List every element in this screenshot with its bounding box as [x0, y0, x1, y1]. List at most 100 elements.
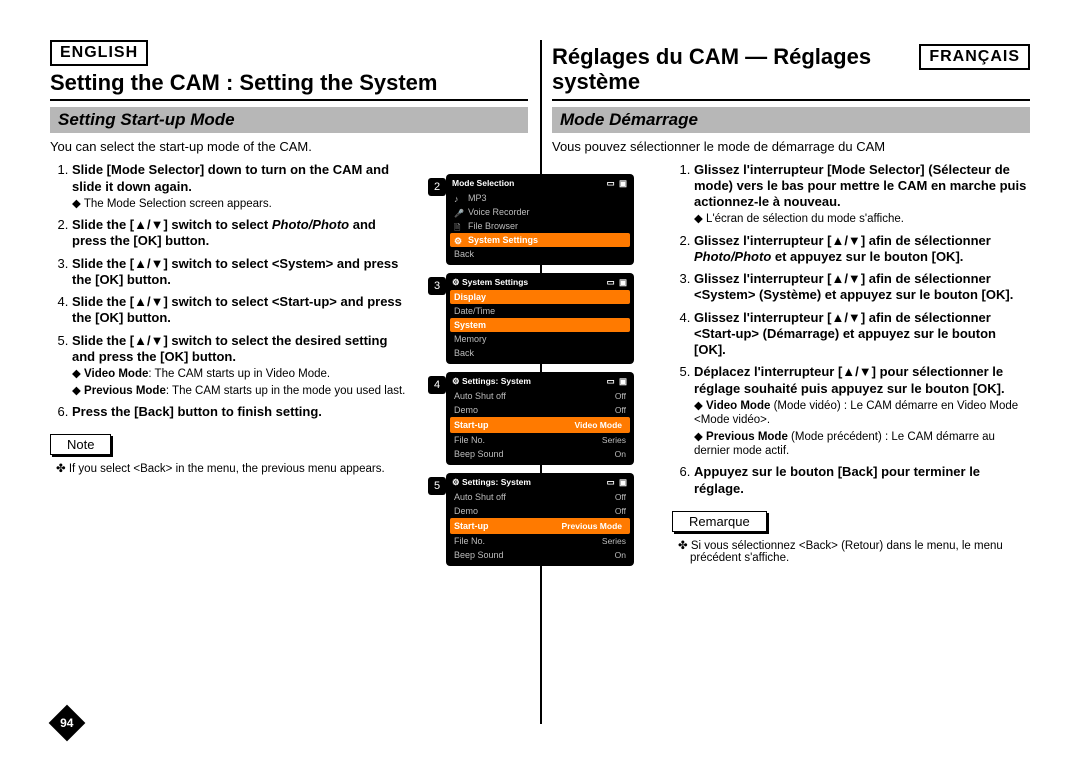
- step-text: Press the [Back] button to finish settin…: [72, 404, 322, 419]
- sub-note: L'écran de sélection du mode s'affiche.: [694, 213, 904, 225]
- menu-row: Date/Time: [450, 304, 630, 318]
- menu-label: Beep Sound: [454, 449, 504, 459]
- arrow-icon: [831, 310, 860, 325]
- menu-value: Off: [615, 405, 626, 415]
- sub-note: The Mode Selection screen appears.: [72, 198, 272, 210]
- screenshot-header: ⚙ Settings: System ▭ ▣: [450, 477, 630, 490]
- step: Appuyez sur le bouton [Back] pour termin…: [694, 464, 1030, 497]
- step: Slide the [] switch to select Photo/Phot…: [72, 217, 408, 250]
- screenshot-header: Mode Selection▭ ▣: [450, 178, 630, 191]
- sub-note: Video Mode (Mode vidéo) : Le CAM démarre…: [694, 400, 1018, 426]
- menu-row: Back: [450, 247, 630, 261]
- menu-row: Demo Off: [450, 403, 630, 417]
- battery-icon: ▭ ▣: [607, 477, 628, 488]
- step-text: Slide [Mode Selector] down to turn on th…: [72, 162, 389, 193]
- menu-row: MP3: [450, 191, 630, 205]
- menu-row: DemoOff: [450, 504, 630, 518]
- menu-value: Off: [615, 492, 626, 502]
- note-box: Note: [50, 434, 111, 455]
- menu-row: System Settings: [450, 233, 630, 247]
- arrow-icon: [134, 333, 163, 348]
- device-screenshot: 3⚙ System Settings▭ ▣DisplayDate/TimeSys…: [446, 273, 634, 364]
- language-tag-french: FRANÇAIS: [919, 44, 1030, 70]
- menu-row: File No. Series: [450, 433, 630, 447]
- menu-value: Off: [615, 506, 626, 516]
- step-text: Glissez l'interrupteur [] afin de sélect…: [694, 310, 996, 358]
- menu-value: Previous Mode: [558, 520, 626, 532]
- step-text: Glissez l'interrupteur [] afin de sélect…: [694, 233, 991, 264]
- screenshot-title: Mode Selection: [452, 178, 514, 189]
- menu-label: Auto Shut off: [454, 492, 506, 502]
- menu-row: Auto Shut off Off: [450, 490, 630, 504]
- step-text: Slide the [] switch to select <System> a…: [72, 256, 398, 287]
- step: Glissez l'interrupteur [] afin de sélect…: [694, 233, 1030, 266]
- menu-label: Demo: [454, 405, 478, 415]
- screenshot-header: ⚙ System Settings▭ ▣: [450, 277, 630, 290]
- step: Press the [Back] button to finish settin…: [72, 404, 408, 420]
- manual-page: ENGLISH Setting the CAM : Setting the Sy…: [0, 0, 1080, 764]
- menu-row: System: [450, 318, 630, 332]
- screenshot-number-badge: 5: [428, 477, 446, 495]
- arrow-icon: [831, 233, 860, 248]
- steps-left: Slide [Mode Selector] down to turn on th…: [50, 162, 408, 420]
- steps-right: Glissez l'interrupteur [Mode Selector] (…: [672, 162, 1030, 497]
- menu-value: On: [615, 449, 626, 459]
- menu-row: Beep Sound On: [450, 447, 630, 461]
- arrow-icon: [134, 217, 163, 232]
- sub-note: Video Mode: The CAM starts up in Video M…: [72, 368, 330, 380]
- menu-row: Start-upPrevious Mode: [450, 518, 630, 534]
- menu-value: Series: [602, 435, 626, 445]
- step-text: Déplacez l'interrupteur [] pour sélectio…: [694, 364, 1005, 395]
- menu-row: File No. Series: [450, 534, 630, 548]
- intro-left: You can select the start-up mode of the …: [50, 139, 528, 154]
- menu-label: Memory: [454, 334, 487, 344]
- screenshots-column: 2Mode Selection▭ ▣MP3Voice RecorderFile …: [446, 174, 634, 574]
- arrow-icon: [831, 271, 860, 286]
- menu-value: On: [615, 550, 626, 560]
- menu-label: Back: [454, 249, 474, 259]
- step-text: Slide the [] switch to select the desire…: [72, 333, 387, 364]
- menu-value: Series: [602, 536, 626, 546]
- step: Slide the [] switch to select <System> a…: [72, 256, 408, 289]
- menu-label: File No.: [454, 536, 485, 546]
- device-screenshot: 4⚙ Settings: System▭ ▣Auto Shut offOffDe…: [446, 372, 634, 465]
- menu-label: MP3: [468, 193, 487, 203]
- menu-label: Display: [454, 292, 486, 302]
- intro-right: Vous pouvez sélectionner le mode de déma…: [552, 139, 1030, 154]
- menu-row: Back: [450, 346, 630, 360]
- menu-label: Date/Time: [454, 306, 495, 316]
- language-tag-english: ENGLISH: [50, 40, 148, 66]
- arrow-icon: [842, 364, 871, 379]
- mic-icon: [454, 208, 463, 217]
- step: Glissez l'interrupteur [] afin de sélect…: [694, 271, 1030, 304]
- menu-row: Voice Recorder: [450, 205, 630, 219]
- section-bar-left: Setting Start-up Mode: [50, 107, 528, 133]
- file-icon: [454, 222, 463, 231]
- menu-label: System Settings: [468, 235, 538, 245]
- menu-label: Auto Shut off: [454, 391, 506, 401]
- menu-value: Video Mode: [570, 419, 626, 431]
- menu-row: Display: [450, 290, 630, 304]
- arrow-icon: [134, 256, 163, 271]
- title-rule: [50, 99, 528, 101]
- title-rule: [552, 99, 1030, 101]
- menu-row: Start-upVideo Mode: [450, 417, 630, 433]
- device-screenshot: 2Mode Selection▭ ▣MP3Voice RecorderFile …: [446, 174, 634, 265]
- menu-value: Off: [615, 391, 626, 401]
- arrow-icon: [134, 294, 163, 309]
- step: Slide the [] switch to select <Start-up>…: [72, 294, 408, 327]
- note-box: Remarque: [672, 511, 767, 532]
- menu-row: Auto Shut off Off: [450, 389, 630, 403]
- screenshot-title: ⚙ Settings: System: [452, 376, 531, 387]
- screenshot-title: ⚙ Settings: System: [452, 477, 531, 488]
- menu-label: File No.: [454, 435, 485, 445]
- step: Slide [Mode Selector] down to turn on th…: [72, 162, 408, 211]
- screenshot-title: ⚙ System Settings: [452, 277, 528, 288]
- menu-label: Back: [454, 348, 474, 358]
- note-text: Si vous sélectionnez <Back> (Retour) dan…: [690, 538, 1030, 564]
- step: Déplacez l'interrupteur [] pour sélectio…: [694, 364, 1030, 458]
- step: Glissez l'interrupteur [Mode Selector] (…: [694, 162, 1030, 227]
- gear-icon: [454, 236, 463, 245]
- sub-note: Previous Mode: The CAM starts up in the …: [72, 385, 405, 397]
- menu-label: System: [454, 320, 486, 330]
